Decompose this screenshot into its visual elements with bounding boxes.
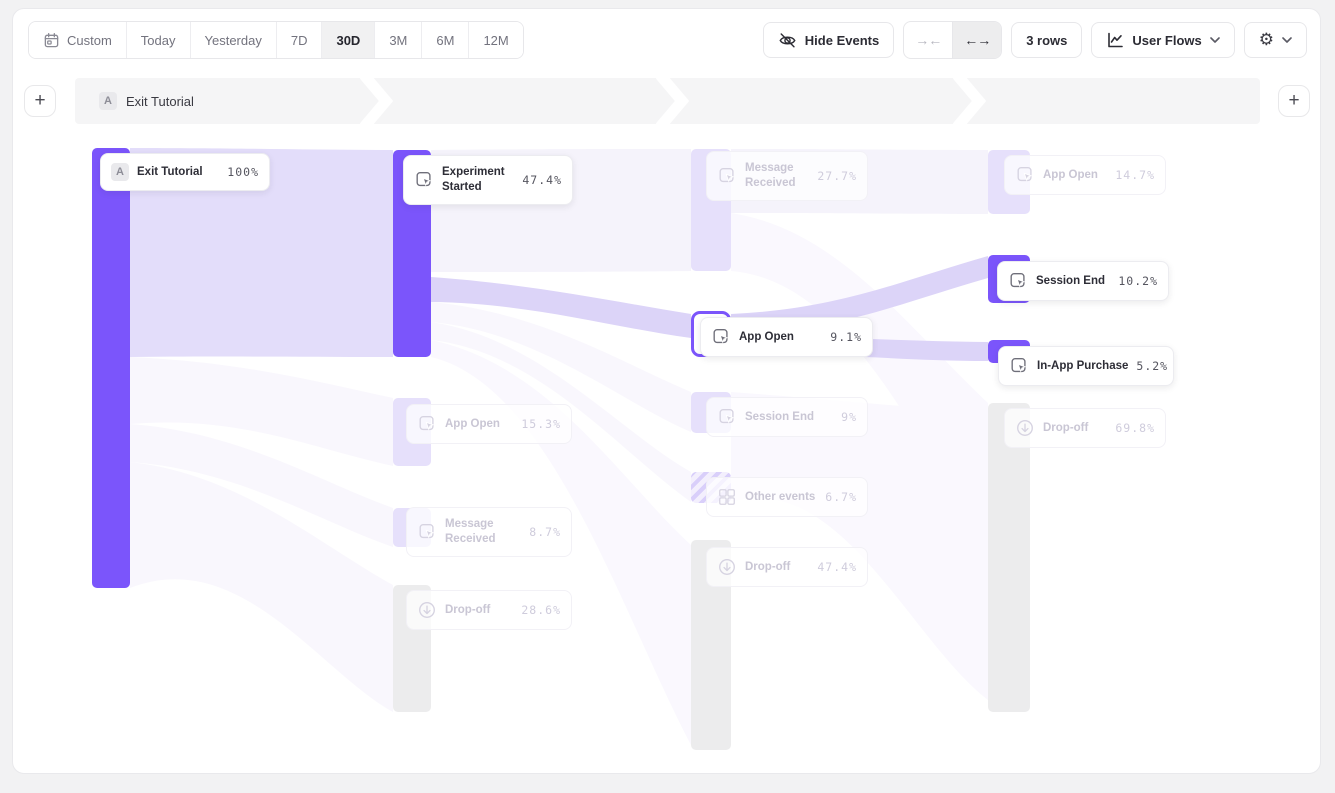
node-label: App Open [1043,168,1107,183]
start-event-label: A Exit Tutorial [99,78,194,124]
settings-dropdown[interactable]: ⚙ [1244,22,1307,58]
event-icon [1015,165,1035,185]
flow-node-card-exit-tutorial[interactable]: A Exit Tutorial 100% [100,153,270,191]
gear-icon: ⚙ [1259,32,1274,49]
node-percent: 47.4% [817,560,857,574]
node-percent: 9% [841,410,857,424]
node-label: App Open [445,417,513,432]
step-separator-chevron [655,78,689,124]
node-label: Drop-off [745,560,809,575]
node-percent: 47.4% [522,173,562,187]
flow-node-card-dropoff-2[interactable]: Drop-off 28.6% [406,590,572,630]
flow-node-bar-dropoff-4[interactable] [988,403,1030,712]
node-percent: 6.7% [825,490,857,504]
event-icon [711,327,731,347]
calendar-icon [43,32,60,49]
flow-node-card-other-events[interactable]: Other events 6.7% [706,477,868,517]
flow-node-card-app-open-4[interactable]: App Open 14.7% [1004,155,1166,195]
node-label: Session End [1036,274,1110,289]
date-range-30d[interactable]: 30D [322,22,375,58]
node-label: Experiment Started [442,165,514,195]
date-range-yesterday[interactable]: Yesterday [191,22,277,58]
date-range-12m[interactable]: 12M [469,22,522,58]
node-percent: 10.2% [1118,274,1158,288]
add-step-right-button[interactable]: + [1278,85,1310,117]
drop-off-icon [1015,418,1035,438]
node-percent: 14.7% [1115,168,1155,182]
spacing-toggle: →← ←→ [903,21,1002,59]
event-badge: A [111,163,129,181]
event-icon [417,522,437,542]
event-badge: A [99,92,117,110]
collapse-icon: →← [915,32,941,48]
date-range-7d[interactable]: 7D [277,22,323,58]
flow-node-card-dropoff-4[interactable]: Drop-off 69.8% [1004,408,1166,448]
node-label: Exit Tutorial [137,165,219,180]
date-range-custom[interactable]: Custom [29,22,127,58]
date-range-control: Custom Today Yesterday 7D 30D 3M 6M 12M [28,21,524,59]
flow-node-card-dropoff-3[interactable]: Drop-off 47.4% [706,547,868,587]
node-percent: 5.2% [1136,359,1168,373]
flow-node-card-session-end-4[interactable]: Session End 10.2% [997,261,1169,301]
event-icon [1008,271,1028,291]
node-percent: 15.3% [521,417,561,431]
node-label: Other events [745,490,817,505]
user-flows-app: Custom Today Yesterday 7D 30D 3M 6M 12M … [0,0,1335,793]
step-separator-chevron [359,78,393,124]
date-range-3m[interactable]: 3M [375,22,422,58]
hide-events-button[interactable]: Hide Events [763,22,894,58]
flow-node-card-app-open-2[interactable]: App Open 15.3% [406,404,572,444]
event-icon [717,166,737,186]
node-label: Drop-off [1043,421,1107,436]
flow-node-bar-exit-tutorial[interactable] [92,148,130,588]
flow-chart-icon [1106,31,1124,49]
add-step-left-button[interactable]: + [24,85,56,117]
drop-off-icon [717,557,737,577]
node-percent: 27.7% [817,169,857,183]
other-events-icon [717,487,737,507]
node-percent: 28.6% [521,603,561,617]
node-percent: 100% [227,165,259,179]
chevron-down-icon [1210,37,1220,43]
node-label: App Open [739,330,822,345]
toolbar: Custom Today Yesterday 7D 30D 3M 6M 12M … [28,22,1307,58]
node-label: Drop-off [445,603,513,618]
flow-node-card-experiment-started[interactable]: Experiment Started 47.4% [403,155,573,205]
node-percent: 9.1% [830,330,862,344]
flow-node-card-session-end-3[interactable]: Session End 9% [706,397,868,437]
date-range-label: Custom [67,33,112,48]
flow-node-card-message-received-3[interactable]: Message Received 27.7% [706,151,868,201]
expand-icon: ←→ [964,32,990,48]
eye-off-icon [778,31,797,50]
drop-off-icon [417,600,437,620]
date-range-today[interactable]: Today [127,22,191,58]
expand-columns-button[interactable]: ←→ [952,22,1001,58]
event-icon [414,170,434,190]
node-label: Message Received [445,517,521,547]
node-label: Session End [745,410,833,425]
node-percent: 8.7% [529,525,561,539]
chevron-down-icon [1282,37,1292,43]
toolbar-right-group: Hide Events →← ←→ 3 rows User Flows ⚙ [763,21,1307,59]
flow-node-card-message-received-2[interactable]: Message Received 8.7% [406,507,572,557]
node-label: Message Received [745,161,809,191]
flow-node-card-in-app-purchase[interactable]: In-App Purchase 5.2% [998,346,1174,386]
event-icon [1009,356,1029,376]
node-percent: 69.8% [1115,421,1155,435]
view-selector-dropdown[interactable]: User Flows [1091,22,1234,58]
steps-header-bar[interactable]: A Exit Tutorial [75,78,1260,124]
node-label: In-App Purchase [1037,359,1128,374]
step-separator-chevron [952,78,986,124]
event-icon [717,407,737,427]
rows-button[interactable]: 3 rows [1011,22,1082,58]
event-icon [417,414,437,434]
collapse-columns-button[interactable]: →← [904,22,952,58]
flow-node-card-app-open-3-selected[interactable]: App Open 9.1% [700,317,873,357]
date-range-6m[interactable]: 6M [422,22,469,58]
